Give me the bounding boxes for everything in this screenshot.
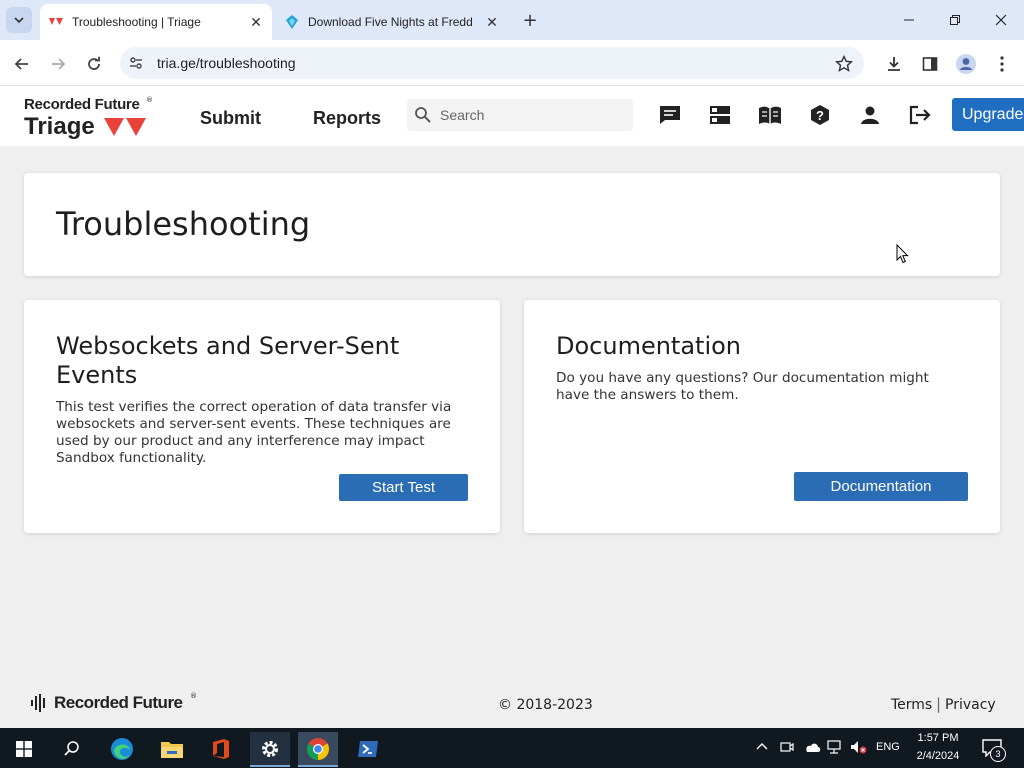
logo-recorded-future[interactable]: Recorded Future: [24, 96, 140, 113]
minimize-icon[interactable]: [897, 8, 921, 32]
taskbar-search-icon[interactable]: [52, 732, 92, 766]
chrome-icon[interactable]: [298, 732, 338, 766]
footer-registered-mark: ®: [190, 692, 197, 700]
documentation-card-body: Do you have any questions? Our documenta…: [556, 370, 929, 403]
chrome-active-indicator: [298, 765, 338, 767]
back-icon[interactable]: [10, 52, 34, 76]
logo-triage[interactable]: Triage: [24, 113, 95, 141]
triage-logo-mark-icon: [104, 118, 148, 138]
office-icon[interactable]: [201, 732, 241, 766]
nav-submit[interactable]: Submit: [200, 108, 261, 129]
forward-icon[interactable]: [46, 52, 70, 76]
documentation-button[interactable]: Documentation: [794, 472, 968, 501]
websocket-card-heading: Websockets and Server-Sent Events: [56, 332, 400, 389]
profile-avatar-icon[interactable]: [954, 52, 978, 76]
download-site-favicon-icon: [284, 14, 300, 30]
reload-icon[interactable]: [82, 52, 106, 76]
page-title: Troubleshooting: [56, 205, 311, 243]
account-icon[interactable]: [858, 103, 882, 127]
meet-now-icon[interactable]: [780, 740, 794, 757]
windows-start-icon[interactable]: [4, 732, 44, 766]
footer-logo[interactable]: Recorded Future: [54, 693, 183, 713]
url-text[interactable]: tria.ge/troubleshooting: [157, 55, 296, 71]
restore-icon[interactable]: [943, 8, 967, 32]
svg-text:?: ?: [816, 108, 824, 123]
input-language[interactable]: ENG: [876, 741, 900, 753]
start-test-button[interactable]: Start Test: [339, 474, 468, 501]
onedrive-cloud-icon[interactable]: [803, 741, 821, 756]
site-settings-icon[interactable]: [128, 55, 144, 71]
notification-count-badge: 3: [990, 746, 1006, 762]
powershell-icon[interactable]: [348, 732, 388, 766]
chat-icon[interactable]: [658, 103, 682, 127]
close-window-icon[interactable]: [989, 8, 1013, 32]
tab-troubleshooting[interactable]: Troubleshooting | Triage ✕: [40, 4, 272, 40]
documentation-card-heading: Documentation: [556, 332, 742, 360]
search-placeholder: Search: [440, 107, 485, 123]
tray-overflow-icon[interactable]: [755, 740, 769, 755]
close-tab-icon[interactable]: ✕: [246, 12, 266, 32]
downloads-icon[interactable]: [882, 52, 906, 76]
volume-muted-icon[interactable]: [850, 740, 868, 757]
nav-reports[interactable]: Reports: [313, 108, 381, 129]
settings-active-indicator: [250, 765, 290, 767]
privacy-link[interactable]: Privacy: [945, 697, 996, 713]
tab-title: Download Five Nights at Fredd: [308, 15, 473, 29]
new-tab-icon[interactable]: +: [518, 10, 542, 31]
dashboard-icon[interactable]: [708, 103, 732, 127]
help-icon[interactable]: ?: [808, 103, 832, 127]
file-explorer-icon[interactable]: [152, 732, 192, 766]
browser-menu-icon[interactable]: [990, 52, 1014, 76]
bookmark-star-icon[interactable]: [832, 52, 856, 76]
settings-gear-icon[interactable]: [250, 732, 290, 766]
clock-date[interactable]: 2/4/2024: [914, 750, 962, 762]
registered-mark: ®: [146, 96, 153, 104]
footer-separator: |: [936, 695, 942, 713]
triage-favicon-icon: [48, 14, 64, 30]
network-icon[interactable]: [827, 740, 843, 757]
tab-download-fnaf[interactable]: Download Five Nights at Fredd ✕: [276, 4, 508, 40]
mouse-cursor-icon: [896, 243, 910, 264]
tab-title: Troubleshooting | Triage: [72, 15, 201, 29]
tab-search-icon[interactable]: [6, 7, 32, 33]
close-tab-icon[interactable]: ✕: [482, 12, 502, 32]
terms-link[interactable]: Terms: [891, 697, 932, 713]
edge-browser-icon[interactable]: [102, 732, 142, 766]
copyright-text: © 2018-2023: [498, 697, 593, 713]
websocket-card-body: This test verifies the correct operation…: [56, 399, 452, 466]
recorded-future-footer-logo-icon: [30, 694, 50, 712]
clock-time[interactable]: 1:57 PM: [916, 732, 960, 744]
upgrade-button[interactable]: Upgrade: [952, 98, 1024, 131]
search-icon: [414, 106, 432, 124]
logout-icon[interactable]: [908, 103, 932, 127]
docs-book-icon[interactable]: [758, 103, 782, 127]
side-panel-icon[interactable]: [918, 52, 942, 76]
